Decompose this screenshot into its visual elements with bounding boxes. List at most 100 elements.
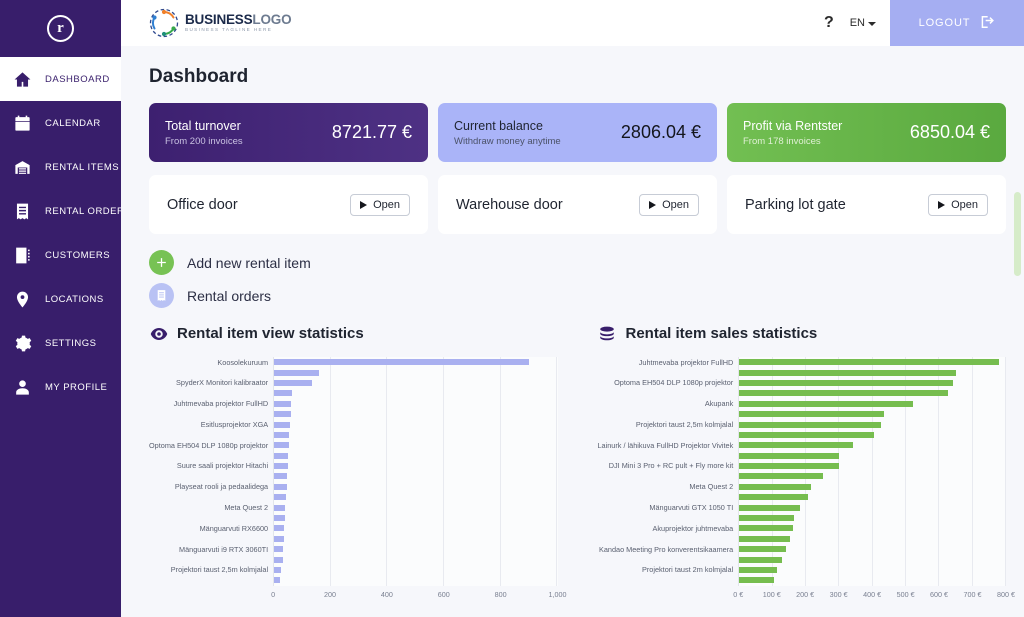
chart-bar[interactable] — [739, 411, 885, 418]
chart-bar[interactable] — [739, 431, 875, 438]
chart-bar[interactable] — [274, 525, 285, 532]
chart-category-label — [149, 534, 268, 544]
play-icon — [360, 200, 368, 209]
chart-bar[interactable] — [274, 421, 290, 428]
page-scrollbar[interactable] — [1014, 92, 1021, 617]
chart-bar[interactable] — [739, 577, 775, 584]
home-icon — [10, 67, 34, 91]
chart-bar[interactable] — [739, 442, 853, 449]
chart-bars — [274, 357, 557, 586]
chart-bar[interactable] — [274, 431, 290, 438]
chart-bar[interactable] — [274, 411, 291, 418]
scrollbar-thumb[interactable] — [1014, 192, 1021, 276]
chart-bar[interactable] — [274, 556, 283, 563]
chart-bar[interactable] — [739, 535, 790, 542]
chart-rental-item-view-statistics: Rental item view statistics Koosolekuruu… — [149, 324, 567, 602]
brand-logo[interactable]: BUSINESSLOGO BUSINESS TAGLINE HERE — [121, 8, 292, 38]
open-door-button[interactable]: Open — [639, 193, 699, 216]
chart-bar[interactable] — [274, 546, 284, 553]
sidebar-logo[interactable]: r — [0, 0, 121, 57]
chart-bar[interactable] — [739, 504, 800, 511]
chart-title: Rental item view statistics — [177, 325, 364, 342]
stat-value: 6850.04 € — [909, 122, 990, 142]
chart-bar-slot — [274, 419, 557, 429]
chart-bar[interactable] — [274, 483, 287, 490]
sidebar-item-locations[interactable]: LOCATIONS — [0, 277, 121, 321]
chart-bar[interactable] — [274, 463, 288, 470]
chart-bar[interactable] — [739, 463, 839, 470]
chart-category-label: Koosolekuruum — [217, 357, 269, 367]
open-door-button[interactable]: Open — [350, 193, 410, 216]
chart-bar[interactable] — [739, 369, 956, 376]
chart-bar[interactable] — [274, 567, 282, 573]
chart-bar[interactable] — [274, 515, 285, 522]
chart-bar[interactable] — [739, 567, 777, 573]
quick-action-rental-orders[interactable]: Rental orders — [149, 283, 1006, 308]
sidebar-item-rental-orders[interactable]: RENTAL ORDERS — [0, 189, 131, 233]
chart-x-tick: 800 — [494, 589, 507, 599]
chart-x-tick: 100 € — [762, 589, 781, 599]
sidebar-item-rental-items[interactable]: RENTAL ITEMS — [0, 145, 121, 189]
chart-category-label — [598, 388, 734, 398]
chart-bar-slot — [274, 461, 557, 471]
chart-bar[interactable] — [739, 359, 1000, 366]
quick-action-add-rental-item[interactable]: Add new rental item — [149, 250, 1006, 275]
chart-bar[interactable] — [274, 379, 313, 386]
chart-bar[interactable] — [274, 400, 292, 407]
chart-bar[interactable] — [739, 483, 811, 490]
chart-bar-slot — [274, 357, 557, 367]
chart-category-label — [598, 451, 734, 461]
chart-header: Rental item view statistics — [149, 324, 558, 343]
chart-category-label — [598, 554, 734, 564]
gear-icon — [10, 331, 34, 355]
chart-bar[interactable] — [739, 556, 782, 563]
chart-bar[interactable] — [274, 577, 281, 584]
chart-category-label: Mänguarvuti RX6600 — [199, 523, 269, 533]
chart-bar[interactable] — [739, 400, 913, 407]
chart-bar-slot — [739, 513, 1006, 523]
receipt-circle-icon — [149, 283, 174, 308]
chart-bar[interactable] — [739, 390, 948, 397]
stat-card-total-turnover[interactable]: Total turnover From 200 invoices 8721.77… — [149, 103, 428, 162]
stat-subtitle: Withdraw money anytime — [454, 135, 561, 147]
language-selector[interactable]: EN — [844, 17, 890, 29]
chart-category-label — [598, 471, 734, 481]
sidebar-item-calendar[interactable]: CALENDAR — [0, 101, 121, 145]
sidebar-item-customers[interactable]: CUSTOMERS — [0, 233, 121, 277]
chart-bar[interactable] — [274, 473, 288, 480]
stat-card-current-balance[interactable]: Current balance Withdraw money anytime 2… — [438, 103, 717, 162]
stat-card-profit-via-rentster[interactable]: Profit via Rentster From 178 invoices 68… — [727, 103, 1006, 162]
chart-bar[interactable] — [739, 452, 840, 459]
chart-bar[interactable] — [739, 379, 953, 386]
chart-bar-slot — [739, 461, 1006, 471]
sidebar-item-label: DASHBOARD — [45, 73, 110, 85]
chart-bar[interactable] — [274, 390, 292, 397]
sidebar-item-settings[interactable]: SETTINGS — [0, 321, 121, 365]
open-button-label: Open — [373, 198, 400, 211]
chart-bar[interactable] — [739, 546, 786, 553]
chart-bar[interactable] — [274, 369, 320, 376]
doors-row: Office door Open Warehouse door Open Par… — [149, 175, 1006, 234]
chart-bar[interactable] — [274, 442, 289, 449]
sidebar-item-label: CUSTOMERS — [45, 249, 111, 261]
chart-bar[interactable] — [739, 421, 881, 428]
chart-bar[interactable] — [274, 359, 530, 366]
chart-plot — [273, 357, 558, 586]
chart-bar[interactable] — [739, 525, 793, 532]
dashboard-content: Dashboard Total turnover From 200 invoic… — [121, 46, 1024, 617]
chart-bar[interactable] — [274, 494, 287, 501]
open-door-button[interactable]: Open — [928, 193, 988, 216]
help-button[interactable]: ? — [814, 14, 844, 32]
chart-bar[interactable] — [274, 535, 284, 542]
chart-bar[interactable] — [274, 452, 289, 459]
logout-button[interactable]: LOGOUT — [890, 0, 1024, 46]
sidebar-item-dashboard[interactable]: DASHBOARD — [0, 57, 121, 101]
business-logo-icon — [149, 8, 179, 38]
chart-bar[interactable] — [739, 494, 809, 501]
chart-bar[interactable] — [739, 515, 795, 522]
chart-bar[interactable] — [274, 504, 286, 511]
topbar: BUSINESSLOGO BUSINESS TAGLINE HERE ? EN … — [121, 0, 1024, 46]
sidebar-item-my-profile[interactable]: MY PROFILE — [0, 365, 121, 409]
chart-category-label — [149, 451, 268, 461]
chart-bar[interactable] — [739, 473, 823, 480]
